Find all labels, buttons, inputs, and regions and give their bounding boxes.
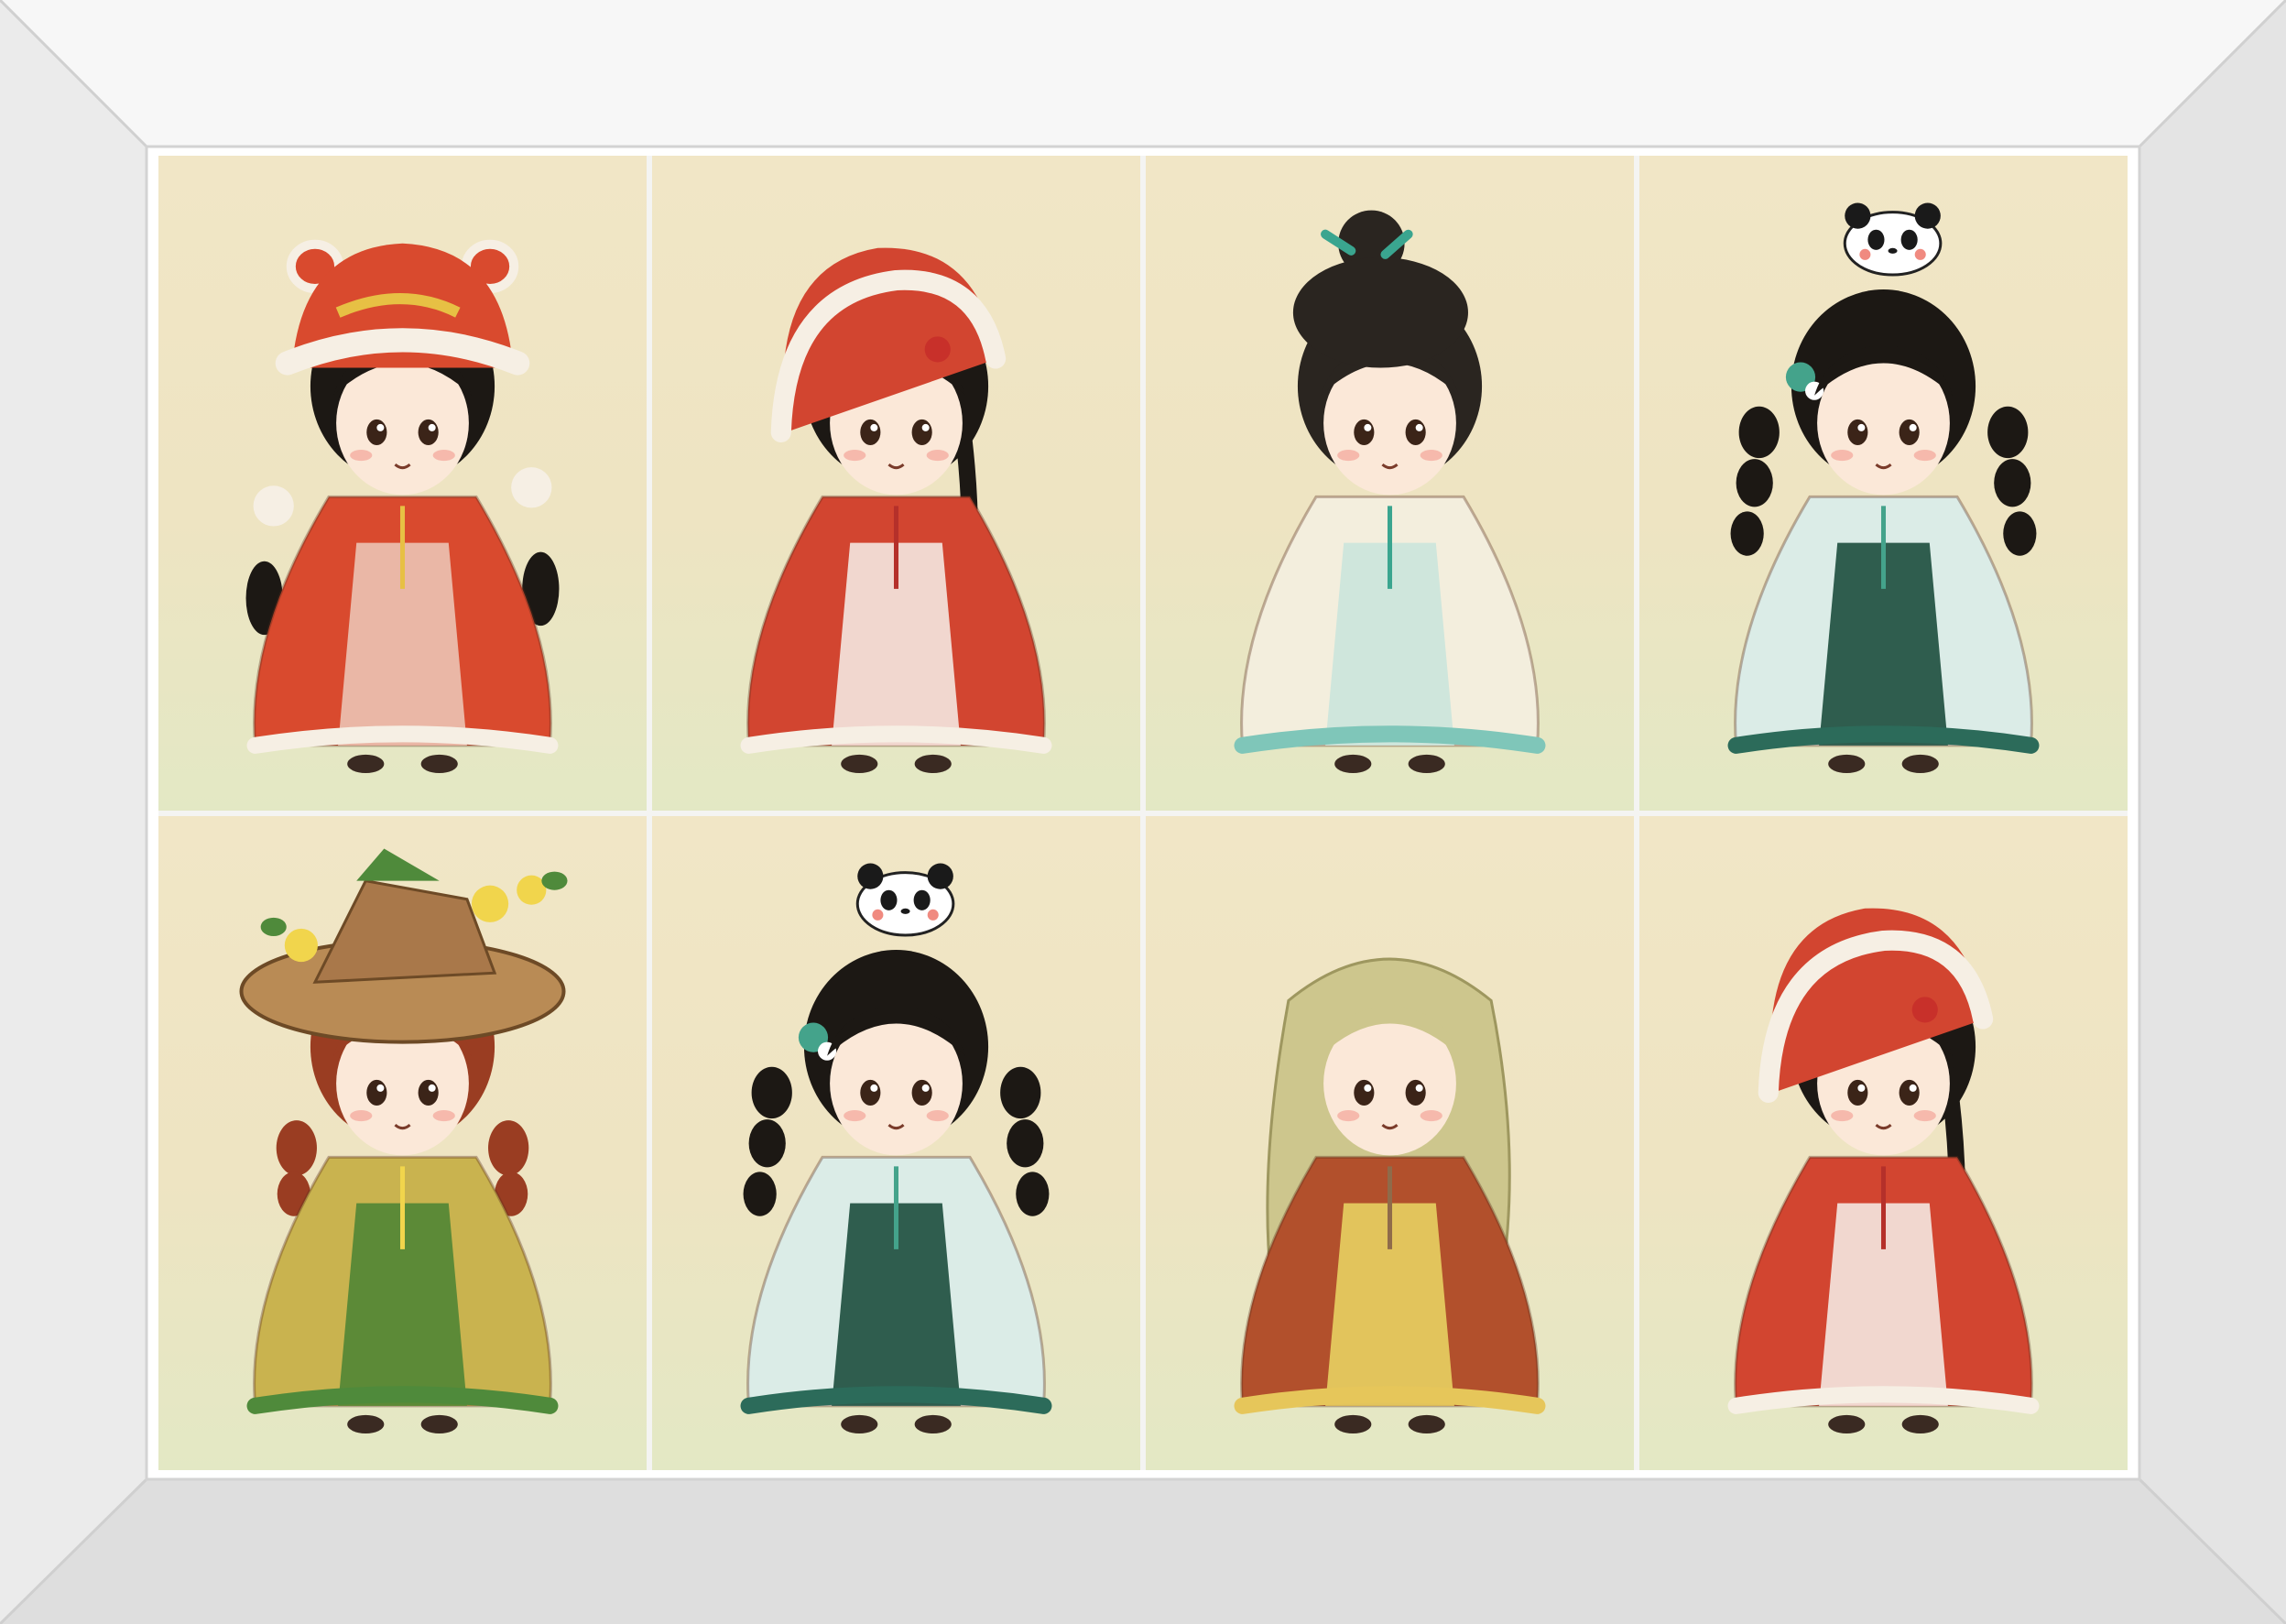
panda-icon bbox=[1843, 202, 1943, 277]
character-illustration bbox=[1234, 210, 1546, 774]
panel-panda-braids-girl-2 bbox=[652, 815, 1140, 1470]
panel-red-fur-cloak-girl-2 bbox=[1639, 815, 2128, 1470]
character-illustration bbox=[1727, 908, 2040, 1433]
panda-icon bbox=[855, 863, 955, 936]
character-illustration bbox=[740, 247, 1052, 774]
panel-long-blond-hair-robe bbox=[1146, 815, 1634, 1470]
panel-white-robe-topknot bbox=[1146, 156, 1634, 811]
character-illustration bbox=[1234, 957, 1546, 1433]
panel-red-fur-cloak-girl bbox=[652, 156, 1140, 811]
panel-panda-braids-girl bbox=[1639, 156, 2128, 811]
character-illustration bbox=[740, 863, 1052, 1433]
panel-red-bunny-hood-girl bbox=[158, 156, 647, 811]
character-illustration bbox=[245, 239, 560, 774]
panel-straw-hat-flower-girl bbox=[158, 815, 647, 1470]
illustration-grid bbox=[158, 156, 2128, 1470]
character-illustration bbox=[239, 847, 568, 1433]
character-illustration bbox=[1727, 202, 2040, 774]
